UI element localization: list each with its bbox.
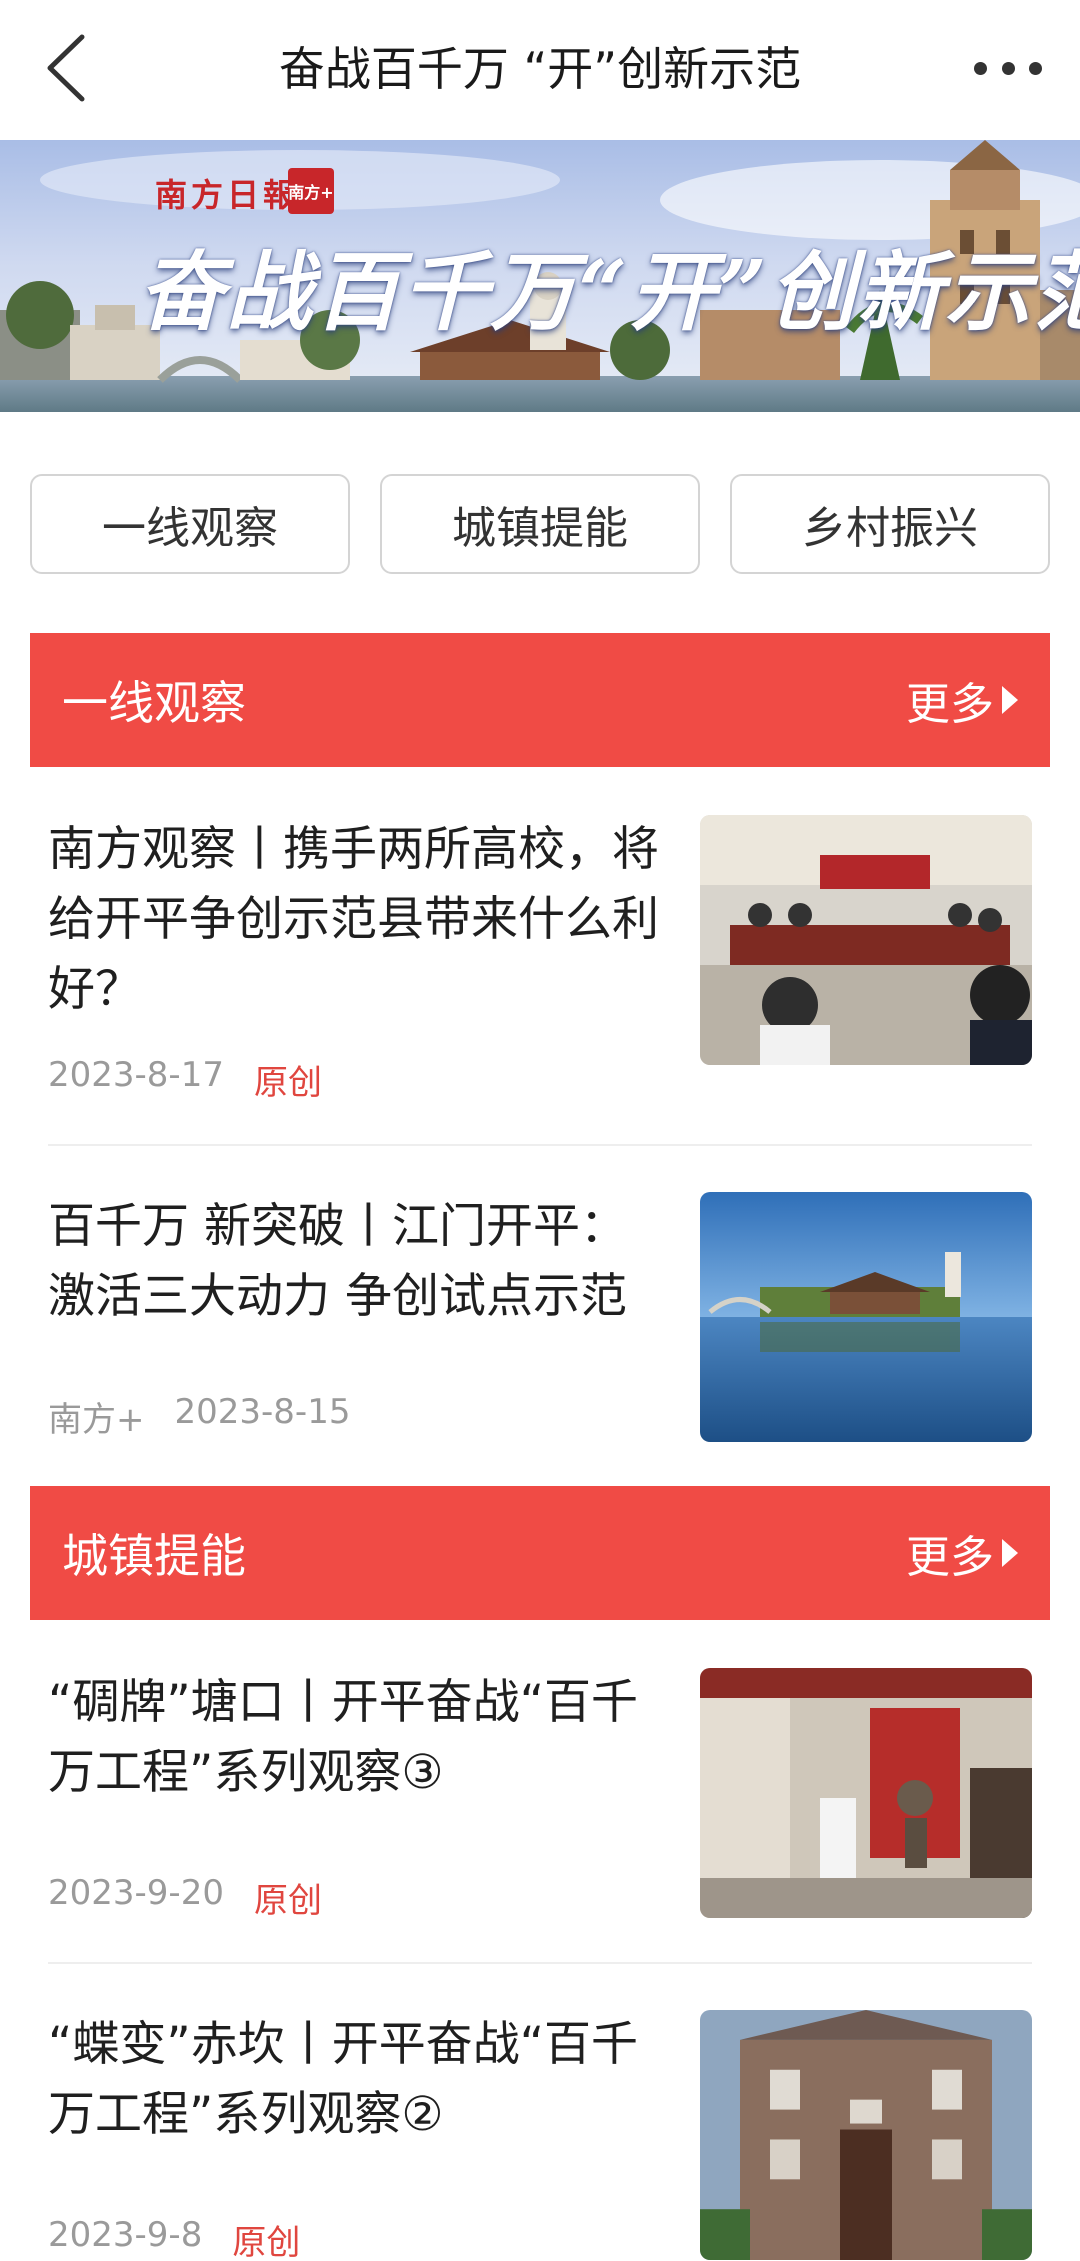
more-link[interactable]: 更多	[906, 1521, 1018, 1585]
more-dots-icon	[974, 61, 987, 75]
section-title: 一线观察	[62, 676, 246, 730]
article-item[interactable]: “碉牌”塘口丨开平奋战“百千万工程”系列观察③ 2023-9-20 原创	[48, 1668, 1032, 1921]
article-date: 2023-8-17	[48, 1055, 224, 1095]
chevron-left-icon	[47, 34, 85, 102]
divider	[48, 1962, 1032, 1964]
caret-right-icon	[1002, 1539, 1018, 1567]
category-tabs: 一线观察 城镇提能 乡村振兴	[30, 474, 1050, 574]
tab-rural-revitalization[interactable]: 乡村振兴	[730, 474, 1050, 574]
article-headline: “蝶变”赤坎丨开平奋战“百千万工程”系列观察②	[48, 2017, 639, 2142]
page-title: 奋战百千万 “开”创新示范	[278, 42, 802, 96]
article-thumbnail	[700, 1192, 1032, 1442]
article-date: 2023-9-20	[48, 1873, 224, 1913]
tab-town-upgrade[interactable]: 城镇提能	[380, 474, 700, 574]
section-header-town-upgrade: 城镇提能 更多	[30, 1486, 1050, 1620]
article-headline: “碉牌”塘口丨开平奋战“百千万工程”系列观察③	[48, 1675, 639, 1800]
article-text: 南方观察丨携手两所高校，将给开平争创示范县带来什么利好？	[48, 815, 668, 1025]
brand-logo: 南方+	[288, 168, 334, 214]
more-options-button[interactable]	[970, 40, 1046, 96]
more-label: 更多	[906, 1532, 994, 1583]
article-text: “碉牌”塘口丨开平奋战“百千万工程”系列观察③	[48, 1668, 668, 1808]
article-headline: 南方观察丨携手两所高校，将给开平争创示范县带来什么利好？	[48, 822, 659, 1017]
article-meta: 2023-9-8 原创	[48, 2215, 300, 2261]
original-tag: 原创	[232, 2223, 301, 2261]
more-dots-icon	[1029, 61, 1042, 75]
brand-name: 南方日報	[155, 176, 300, 214]
article-text: “蝶变”赤坎丨开平奋战“百千万工程”系列观察②	[48, 2010, 668, 2150]
top-bar: 奋战百千万 “开”创新示范	[0, 0, 1080, 140]
article-thumbnail	[700, 815, 1032, 1065]
article-item[interactable]: 南方观察丨携手两所高校，将给开平争创示范县带来什么利好？ 2023-8-17 原…	[48, 815, 1032, 1103]
banner-title: 奋战百千万“开”创新示范	[138, 242, 1080, 343]
tab-frontline[interactable]: 一线观察	[30, 474, 350, 574]
article-date: 2023-9-8	[48, 2215, 203, 2255]
divider	[48, 1144, 1032, 1146]
back-button[interactable]	[34, 30, 98, 106]
article-meta: 南方+ 2023-8-15	[48, 1392, 350, 1441]
article-thumbnail	[700, 2010, 1032, 2260]
article-thumbnail	[700, 1668, 1032, 1918]
original-tag: 原创	[253, 1881, 322, 1921]
more-label: 更多	[906, 679, 994, 730]
section-header-frontline: 一线观察 更多	[30, 633, 1050, 767]
article-source: 南方+	[48, 1400, 145, 1440]
more-link[interactable]: 更多	[906, 668, 1018, 732]
original-tag: 原创	[253, 1063, 322, 1103]
article-meta: 2023-8-17 原创	[48, 1055, 322, 1104]
article-date: 2023-8-15	[174, 1392, 351, 1432]
article-headline: 百千万 新突破丨江门开平：激活三大动力 争创试点示范	[48, 1199, 627, 1324]
more-dots-icon	[1001, 61, 1015, 75]
article-meta: 2023-9-20 原创	[48, 1873, 322, 1922]
article-item[interactable]: 百千万 新突破丨江门开平：激活三大动力 争创试点示范 南方+ 2023-8-15	[48, 1192, 1032, 1442]
topic-banner[interactable]: 南方日報 南方+ 奋战百千万“开”创新示范	[0, 140, 1080, 412]
article-text: 百千万 新突破丨江门开平：激活三大动力 争创试点示范	[48, 1192, 668, 1332]
caret-right-icon	[1002, 686, 1018, 714]
section-title: 城镇提能	[62, 1529, 246, 1583]
article-item[interactable]: “蝶变”赤坎丨开平奋战“百千万工程”系列观察② 2023-9-8 原创	[48, 2010, 1032, 2261]
